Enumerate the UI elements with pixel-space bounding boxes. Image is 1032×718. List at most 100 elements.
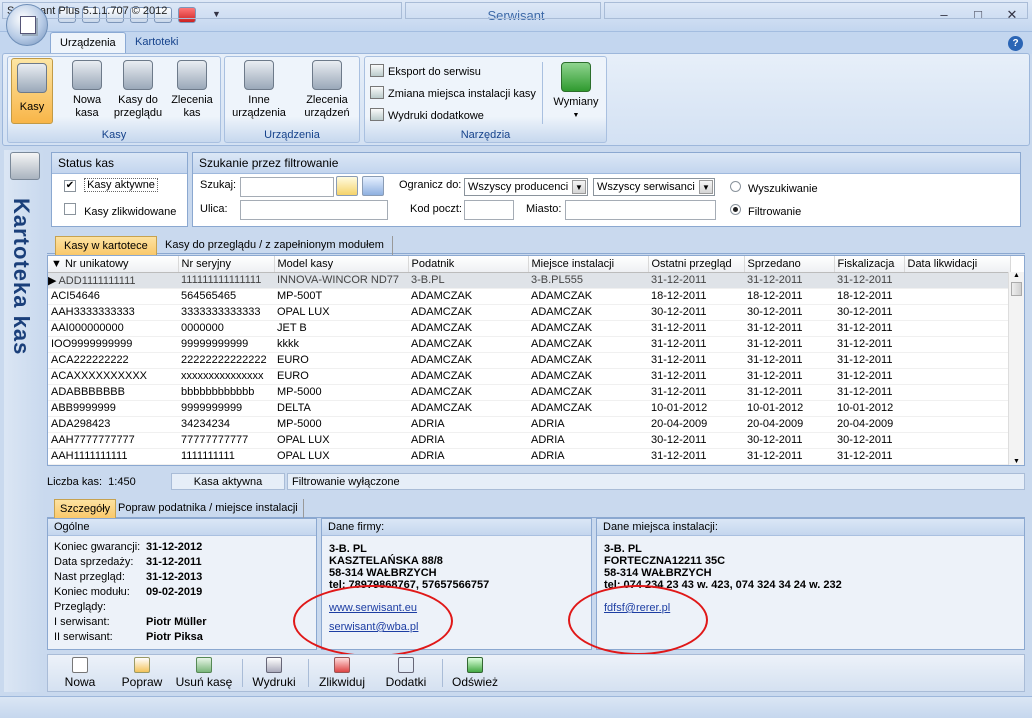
table-cell: 31-12-2011	[648, 384, 744, 401]
tab-kasy-w-kartotece[interactable]: Kasy w kartotece	[55, 236, 157, 255]
table-row[interactable]: ▶ ADD1111111111 111111111111111 INNOVA-WINC…	[48, 272, 1010, 289]
zlecenia-urzadzen-button[interactable]: Zlecenia urządzeń	[296, 60, 358, 120]
application-menu-button[interactable]	[6, 4, 48, 46]
nowa-button[interactable]: Nowa	[56, 655, 104, 691]
column-header[interactable]: Model kasy	[274, 256, 409, 273]
table-cell: 31-12-2011	[648, 320, 744, 337]
table-cell: 18-12-2011	[648, 288, 744, 305]
tab-popraw-podatnika[interactable]: Popraw podatnika / miejsce instalacji	[113, 499, 304, 518]
table-cell	[904, 416, 1010, 433]
kasy-zlikwidowane-checkbox[interactable]: Kasy zlikwidowane	[64, 203, 176, 218]
kasy-button[interactable]: Kasy	[11, 58, 53, 124]
table-cell: 18-12-2011	[834, 288, 904, 305]
inne-urzadzenia-button[interactable]: Inne urządzenia	[228, 60, 290, 120]
table-cell: 10-01-2012	[834, 400, 904, 417]
wydruki-button[interactable]: Wydruki	[248, 655, 300, 691]
table-cell: EURO	[274, 368, 408, 385]
scroll-up-icon[interactable]: ▲	[1009, 272, 1024, 282]
tab-urzadzenia[interactable]: Urządzenia	[50, 32, 126, 54]
odswiez-button[interactable]: Odśwież	[448, 655, 502, 691]
table-cell: ADAMCZAK	[408, 288, 528, 305]
column-header[interactable]: Nr seryjny	[178, 256, 275, 273]
wydruki-dodatkowe-button[interactable]: Wydruki dodatkowe	[370, 108, 484, 122]
column-header[interactable]: ▼ Nr unikatowy	[48, 256, 179, 273]
column-header[interactable]: Data likwidacji	[904, 256, 1011, 273]
table-row[interactable]: ADABBBBBBB bbbbbbbbbbbb MP-5000 ADAMCZAK ADA…	[48, 384, 1010, 401]
group-urzadzenia-label: Urządzenia	[264, 129, 320, 141]
table-cell	[904, 272, 1010, 289]
table-cell: ADAMCZAK	[408, 368, 528, 385]
table-cell: 20-04-2009	[744, 416, 834, 433]
table-row[interactable]: ADA298423 34234234 MP-5000 ADRIA ADRIA 20-04-…	[48, 416, 1010, 433]
table-cell	[904, 432, 1010, 449]
nowa-kasa-button[interactable]: Nowa kasa	[64, 60, 110, 120]
table-cell: 31-12-2011	[648, 272, 744, 289]
wymiany-button[interactable]: Wymiany ▼	[550, 62, 602, 122]
table-row[interactable]: ACI54646 564565465 MP-500T ADAMCZAK ADAMCZAK…	[48, 288, 1010, 305]
table-row[interactable]: AAI000000000 0000000 JET B ADAMCZAK ADAMCZAK…	[48, 320, 1010, 337]
help-icon[interactable]: ?	[1008, 36, 1023, 51]
service-select[interactable]: Wszyscy serwisanci ▼	[593, 178, 715, 196]
radio-filtrowanie[interactable]: Filtrowanie	[730, 204, 801, 218]
zmiana-miejsca-button[interactable]: Zmiana miejsca instalacji kasy	[370, 86, 536, 100]
street-input[interactable]	[240, 200, 388, 220]
group-narzedzia-label: Narzędzia	[460, 129, 511, 141]
app-logo-icon	[20, 16, 36, 34]
cash-register-icon	[17, 63, 47, 93]
postcode-input[interactable]	[464, 200, 514, 220]
column-header[interactable]: Miejsce instalacji	[528, 256, 649, 273]
table-row[interactable]: ACAXXXXXXXXXX xxxxxxxxxxxxxxx EURO ADAMCZAK…	[48, 368, 1010, 385]
table-row[interactable]: IOO9999999999 99999999999 kkkk ADAMCZAK ADAM…	[48, 336, 1010, 353]
search-label: Szukaj:	[200, 179, 237, 191]
scroll-down-icon[interactable]: ▼	[1009, 458, 1024, 465]
table-cell: 30-12-2011	[744, 304, 834, 321]
column-header[interactable]: Sprzedano	[744, 256, 835, 273]
tab-kartoteki[interactable]: Kartoteki	[126, 32, 187, 54]
device-orders-icon	[312, 60, 342, 90]
table-cell: EURO	[274, 352, 408, 369]
table-row[interactable]: ABB9999999 9999999999 DELTA ADAMCZAK ADAMCZA…	[48, 400, 1010, 417]
radio-wyszukiwanie[interactable]: Wyszukiwanie	[730, 181, 818, 195]
usun-kase-button[interactable]: Usuń kasę	[174, 655, 234, 691]
firma-city: 58-314 WAŁBRZYCH	[329, 567, 437, 579]
table-cell: MP-500T	[274, 288, 408, 305]
column-header[interactable]: Fiskalizacja	[834, 256, 905, 273]
zlecenia-kas-label: Zlecenia kas	[171, 94, 213, 119]
table-cell: ADRIA	[408, 432, 528, 449]
sidebar-title: Kartoteka kas	[9, 198, 34, 356]
inne-urzadzenia-label: Inne urządzenia	[232, 94, 286, 119]
tab-szczegoly[interactable]: Szczegóły	[54, 499, 117, 518]
zlikwiduj-button[interactable]: Zlikwiduj	[314, 655, 370, 691]
column-header[interactable]: Ostatni przegląd	[648, 256, 745, 273]
producer-select[interactable]: Wszyscy producenci ▼	[464, 178, 588, 196]
table-cell: 30-12-2011	[744, 432, 834, 449]
table-cell: ▶ ADD1111111111	[48, 272, 178, 289]
tab-kasy-do-przegladu[interactable]: Kasy do przeglądu / z zapełnionym modułe…	[157, 236, 393, 255]
table-row[interactable]: ACA222222222 22222222222222 EURO ADAMCZAK AD…	[48, 352, 1010, 369]
nowa-kasa-label: Nowa kasa	[72, 94, 102, 119]
table-cell: OPAL LUX	[274, 448, 408, 465]
kasy-do-przegladu-button[interactable]: Kasy do przeglądu	[112, 60, 164, 120]
scroll-thumb[interactable]	[1011, 282, 1022, 296]
advanced-search-icon[interactable]	[362, 176, 384, 196]
ogolne-label: Koniec modułu:	[54, 586, 130, 598]
zlecenia-kas-button[interactable]: Zlecenia kas	[166, 60, 218, 120]
radio-on-icon	[730, 204, 741, 215]
clear-search-icon[interactable]	[336, 176, 358, 196]
table-cell: ADRIA	[408, 448, 528, 465]
table-row[interactable]: AAH1111111111 1111111111 OPAL LUX ADRIA ADRI…	[48, 448, 1010, 465]
eksport-do-serwisu-button[interactable]: Eksport do serwisu	[370, 64, 481, 78]
inspect-register-icon	[123, 60, 153, 90]
table-row[interactable]: AAH7777777777 77777777777 OPAL LUX ADRIA ADR…	[48, 432, 1010, 449]
popraw-button[interactable]: Popraw	[116, 655, 168, 691]
column-header[interactable]: Podatnik	[408, 256, 529, 273]
table-row[interactable]: AAH3333333333 3333333333333 OPAL LUX ADAMCZ…	[48, 304, 1010, 321]
grid-scrollbar[interactable]: ▲ ▼	[1008, 272, 1024, 465]
table-cell: 564565465	[178, 288, 274, 305]
search-input[interactable]	[240, 177, 334, 197]
city-input[interactable]	[565, 200, 716, 220]
status-cell	[405, 2, 601, 19]
dodatki-button[interactable]: Dodatki	[378, 655, 434, 691]
table-cell: 30-12-2011	[648, 432, 744, 449]
kasy-aktywne-checkbox[interactable]: ✔ Kasy aktywne	[64, 178, 158, 192]
